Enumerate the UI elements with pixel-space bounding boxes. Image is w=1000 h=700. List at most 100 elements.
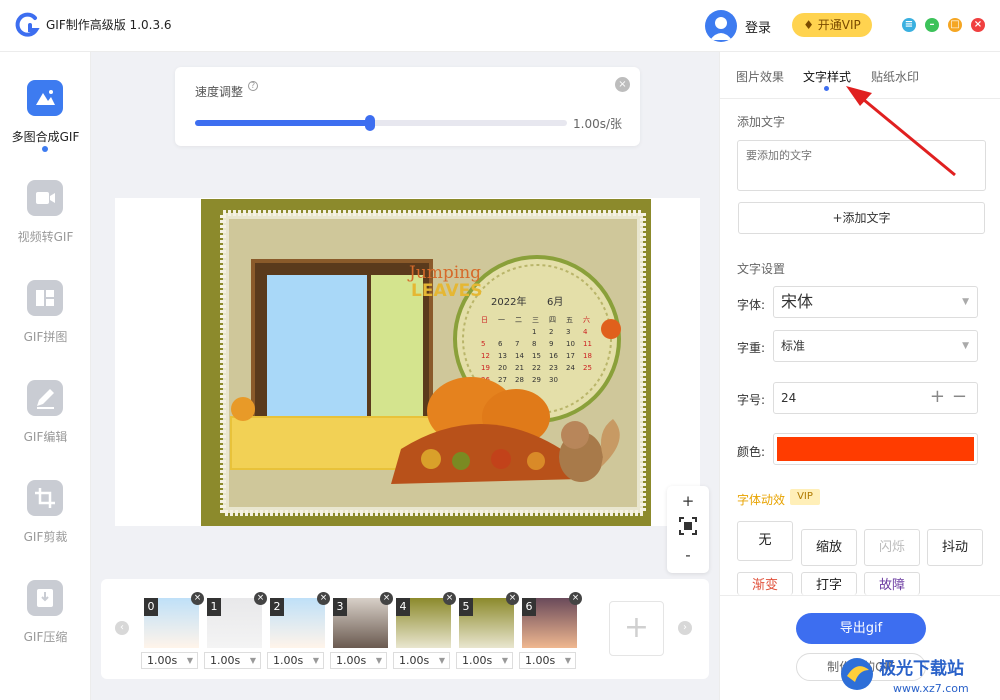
frame-duration-select[interactable]: 1.00s ▼ xyxy=(519,652,576,669)
calendar-day: 10 xyxy=(566,340,575,348)
frame-index: 0 xyxy=(144,598,158,616)
fit-screen-button[interactable] xyxy=(667,516,709,540)
sidebar-item-gif-collage[interactable]: GIF拼图 xyxy=(0,280,91,370)
tab-text-style[interactable]: 文字样式 xyxy=(803,68,851,85)
weight-value: 标准 xyxy=(781,339,806,353)
animation-typing-button[interactable]: 打字 xyxy=(801,572,857,595)
delete-frame-button[interactable]: × xyxy=(191,592,204,605)
frame-index: 3 xyxy=(333,598,347,616)
size-value: 24 xyxy=(781,391,797,405)
zoom-out-button[interactable]: - xyxy=(667,546,709,564)
frame-index: 5 xyxy=(459,598,473,616)
increase-size-button[interactable]: + xyxy=(930,383,945,411)
animation-none-button[interactable]: 无 xyxy=(737,521,793,561)
animation-shake-button[interactable]: 抖动 xyxy=(927,529,983,566)
calendar-day: 27 xyxy=(498,376,507,384)
frame-item[interactable]: 5 × xyxy=(459,592,519,648)
text-settings-heading: 文字设置 xyxy=(737,262,786,276)
text-animation-heading: 字体动效 xyxy=(737,493,786,507)
animation-scale-button[interactable]: 缩放 xyxy=(801,529,857,566)
scroll-right-button[interactable]: › xyxy=(678,621,692,635)
animation-gradient-button[interactable]: 渐变 xyxy=(737,572,793,595)
maximize-icon: □ xyxy=(950,19,960,30)
menu-window-button[interactable]: ≡ xyxy=(902,18,916,32)
close-speed-panel-button[interactable]: × xyxy=(615,77,630,92)
help-icon[interactable]: ? xyxy=(248,81,258,91)
compress-icon xyxy=(27,580,63,616)
app-logo-icon xyxy=(15,12,40,37)
frame-duration-value: 1.00s xyxy=(147,654,178,667)
maximize-window-button[interactable]: □ xyxy=(948,18,962,32)
sidebar-item-gif-crop[interactable]: GIF剪裁 xyxy=(0,480,91,570)
decrease-size-button[interactable]: − xyxy=(952,383,967,411)
frame-duration-select[interactable]: 1.00s ▼ xyxy=(204,652,261,669)
frame-duration-select[interactable]: 1.00s ▼ xyxy=(330,652,387,669)
speed-slider-handle[interactable] xyxy=(364,115,375,131)
text-style-panel: 图片效果 文字样式 贴纸水印 添加文字 +添加文字 文字设置 字体: 宋体 ▼ … xyxy=(719,52,1000,700)
add-frame-button[interactable]: + xyxy=(609,601,664,656)
weight-label: 字重: xyxy=(737,341,766,355)
frame-duration-select[interactable]: 1.00s ▼ xyxy=(141,652,198,669)
zoom-in-button[interactable]: + xyxy=(667,492,709,510)
frame-item[interactable]: 2 × xyxy=(270,592,330,648)
text-input[interactable] xyxy=(737,140,986,191)
site-watermark: 极光下载站 www.xz7.com xyxy=(835,648,1000,700)
frame-duration-select[interactable]: 1.00s ▼ xyxy=(456,652,513,669)
frame-item[interactable]: 3 × xyxy=(333,592,393,648)
calendar-day: 9 xyxy=(549,340,553,348)
frame-item[interactable]: 0 × xyxy=(144,592,204,648)
calendar-day: 14 xyxy=(515,352,524,360)
sidebar-item-multi-image-gif[interactable]: 多图合成GIF xyxy=(0,80,91,170)
minimize-window-button[interactable]: – xyxy=(925,18,939,32)
frame-item[interactable]: 4 × xyxy=(396,592,456,648)
frame-item[interactable]: 6 × xyxy=(522,592,582,648)
delete-frame-button[interactable]: × xyxy=(569,592,582,605)
sidebar-item-gif-edit[interactable]: GIF编辑 xyxy=(0,380,91,470)
export-gif-button[interactable]: 导出gif xyxy=(796,613,926,644)
watermark-brand: 极光下载站 xyxy=(879,658,964,679)
animation-glitch-button[interactable]: 故障 xyxy=(864,572,920,595)
active-tab-indicator xyxy=(824,86,829,91)
frame-item[interactable]: 1 × xyxy=(207,592,267,648)
close-window-button[interactable]: × xyxy=(971,18,985,32)
speed-slider[interactable] xyxy=(195,115,567,131)
delete-frame-button[interactable]: × xyxy=(506,592,519,605)
calendar-day: 8 xyxy=(532,340,536,348)
weight-select[interactable]: 标准 ▼ xyxy=(773,330,978,362)
login-link[interactable]: 登录 xyxy=(745,17,771,36)
color-picker[interactable] xyxy=(773,433,978,465)
sidebar-item-label: GIF压缩 xyxy=(23,630,68,644)
tab-sticker-watermark[interactable]: 贴纸水印 xyxy=(871,68,919,85)
open-vip-button[interactable]: ♦ 开通VIP xyxy=(792,13,872,37)
sidebar-item-gif-compress[interactable]: GIF压缩 xyxy=(0,580,91,670)
sidebar-item-label: GIF剪裁 xyxy=(23,530,68,544)
delete-frame-button[interactable]: × xyxy=(317,592,330,605)
calendar-weekday: 三 xyxy=(532,316,539,324)
scroll-left-button[interactable]: ‹ xyxy=(115,621,129,635)
chevron-down-icon: ▼ xyxy=(962,341,969,351)
delete-frame-button[interactable]: × xyxy=(254,592,267,605)
add-text-button[interactable]: +添加文字 xyxy=(738,202,985,234)
sidebar-item-video-to-gif[interactable]: 视频转GIF xyxy=(0,180,91,270)
speed-value: 1.00s/张 xyxy=(573,117,623,131)
tab-image-effects[interactable]: 图片效果 xyxy=(736,68,784,85)
delete-frame-button[interactable]: × xyxy=(380,592,393,605)
app-title: GIF制作高级版 1.0.3.6 xyxy=(46,18,172,32)
calendar-month: 6月 xyxy=(547,296,563,308)
close-icon: × xyxy=(973,19,983,30)
calendar-day: 3 xyxy=(566,328,570,336)
delete-frame-button[interactable]: × xyxy=(443,592,456,605)
size-stepper[interactable]: 24 + − xyxy=(773,382,978,414)
preview-image: 2022年 6月 日一二三四五六 1 2 3 4 5 6 7 8 9 10 11 12 13 14 15 16 1… xyxy=(201,199,651,526)
font-value: 宋体 xyxy=(781,292,814,311)
speed-panel: 速度调整 ? × 1.00s/张 xyxy=(175,67,640,146)
font-select[interactable]: 宋体 ▼ xyxy=(773,286,978,318)
calendar-day: 18 xyxy=(583,352,592,360)
frame-duration-select[interactable]: 1.00s ▼ xyxy=(267,652,324,669)
frame-duration-select[interactable]: 1.00s ▼ xyxy=(393,652,450,669)
animation-blink-button[interactable]: 闪烁 xyxy=(864,529,920,566)
calendar-day: 17 xyxy=(566,352,575,360)
speed-title: 速度调整 xyxy=(195,85,244,99)
avatar[interactable] xyxy=(705,10,737,42)
calendar-day: 2 xyxy=(549,328,553,336)
